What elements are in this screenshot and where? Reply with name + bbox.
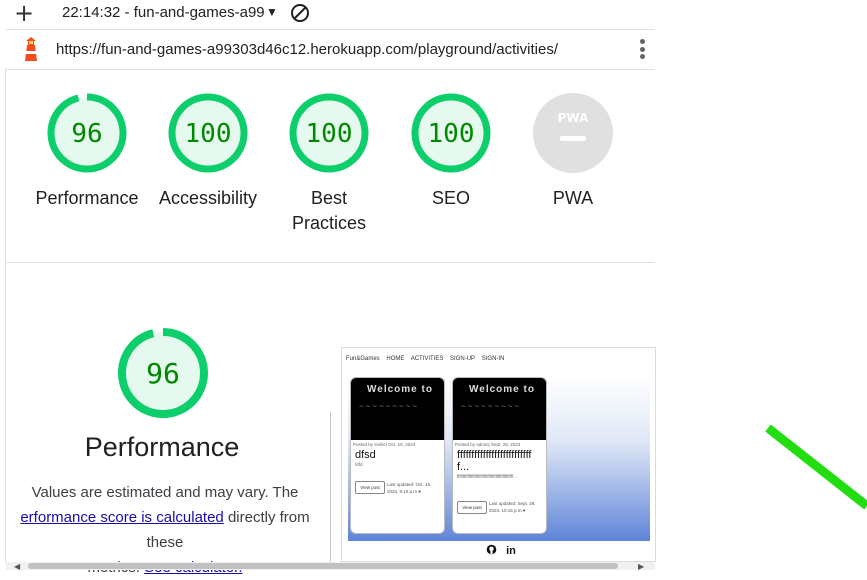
gauge-ring: 100 [411, 93, 491, 173]
card-view-button: View post [457, 501, 487, 514]
gauge-accessibility[interactable]: 100 Accessibility [148, 93, 268, 211]
final-screenshot-thumbnail[interactable]: Fun&Games HOME ACTIVITIES SIGN-UP SIGN-I… [341, 347, 656, 562]
gauge-score: 100 [306, 119, 353, 149]
gauge-pwa[interactable]: PWA PWA [513, 93, 633, 211]
gauge-score: 100 [185, 119, 232, 149]
card-meta: Posted by admin| Sept. 28, 2023 [455, 442, 521, 447]
card-meta: Posted by smilie| Oct. 15, 2023 [353, 442, 416, 447]
card-view-button: View post [355, 481, 385, 494]
performance-gauge-large: 96 [118, 328, 208, 418]
gauge-score: 100 [428, 119, 475, 149]
triangle-down-icon[interactable]: ▼ [266, 5, 278, 19]
performance-score: 96 [146, 357, 180, 390]
card-image-sub: ~~~~~~~~~ [461, 402, 522, 411]
card-image: Welcome to ~~~~~~~~~ [351, 378, 444, 440]
card-updated: Last updated: Oct. 15, 2023, 8:10 p.m.♥ [387, 482, 432, 494]
no-entry-icon[interactable] [290, 3, 310, 23]
card-title: dfsd [355, 449, 376, 461]
card-text: fdfd [355, 462, 363, 467]
gauge-score: 96 [71, 119, 102, 149]
gauge-label: PWA [552, 188, 594, 208]
thumb-brand: Fun&Games [346, 356, 380, 362]
performance-title: Performance [84, 432, 240, 462]
thumb-nav-activities: ACTIVITIES [410, 356, 444, 362]
score-calculated-link[interactable]: erformance score is calculated [20, 509, 223, 526]
score-gauges: 96 Performance 100 Accessibility 100 Bes… [6, 69, 655, 261]
card-text: ffffffffffffffffffffffffffffffffffffffff… [457, 474, 517, 479]
url-text[interactable]: https://fun-and-games-a99303d46c12.herok… [56, 41, 558, 58]
card-updated: Last updated: Sept. 28, 2023, 10:15 p.m.… [489, 501, 536, 513]
gauge-seo[interactable]: 100 SEO [391, 93, 511, 211]
kebab-menu-icon[interactable] [640, 39, 646, 61]
plus-icon[interactable]: + [14, 1, 34, 25]
thumb-nav-signin: SIGN-IN [481, 356, 505, 362]
desc-line: Values are estimated and may vary. The [31, 484, 299, 501]
card-image: Welcome to ~~~~~~~~~ [453, 378, 546, 440]
top-bar: + 22:14:32 - fun-and-games-a99 ▼ [0, 0, 655, 28]
url-bar: https://fun-and-games-a99303d46c12.herok… [6, 29, 655, 70]
gauge-label: Best Practices [291, 188, 367, 233]
gauge-label: SEO [431, 188, 470, 208]
thumb-nav-signup: SIGN-UP [450, 356, 476, 362]
gauge-ring: 100 [289, 93, 369, 173]
card-image-title: Welcome to [367, 384, 433, 395]
card-image-sub: ~~~~~~~~~ [359, 402, 420, 411]
thumb-footer: in [486, 544, 516, 557]
pwa-badge: PWA [533, 93, 613, 173]
gauge-ring: 96 [47, 93, 127, 173]
thumb-card: Welcome to ~~~~~~~~~ Posted by admin| Se… [452, 377, 547, 534]
thumb-card: Welcome to ~~~~~~~~~ Posted by smilie| O… [350, 377, 445, 534]
lighthouse-icon [25, 37, 37, 61]
gauge-label: Performance [35, 188, 139, 208]
report-selector[interactable]: 22:14:32 - fun-and-games-a99 [62, 4, 265, 21]
gauge-best-practices[interactable]: 100 Best Practices [269, 93, 389, 236]
horizontal-scrollbar[interactable]: ◀ ▶ [6, 562, 655, 571]
gauge-ring: 100 [168, 93, 248, 173]
thumb-navbar: Fun&Games HOME ACTIVITIES SIGN-UP SIGN-I… [346, 356, 509, 362]
linkedin-icon: in [506, 545, 516, 557]
divider [6, 262, 655, 263]
scrollbar-thumb[interactable] [28, 563, 618, 569]
gauge-label: Accessibility [158, 188, 258, 208]
gauge-performance[interactable]: 96 Performance [27, 93, 147, 211]
card-image-title: Welcome to [469, 384, 535, 395]
thumb-nav-home: HOME [386, 356, 405, 362]
card-title: fffffffffffffffffffffffffff... [457, 449, 532, 473]
separator [330, 412, 331, 562]
pwa-badge-text: PWA [558, 111, 589, 125]
github-icon [486, 544, 497, 555]
